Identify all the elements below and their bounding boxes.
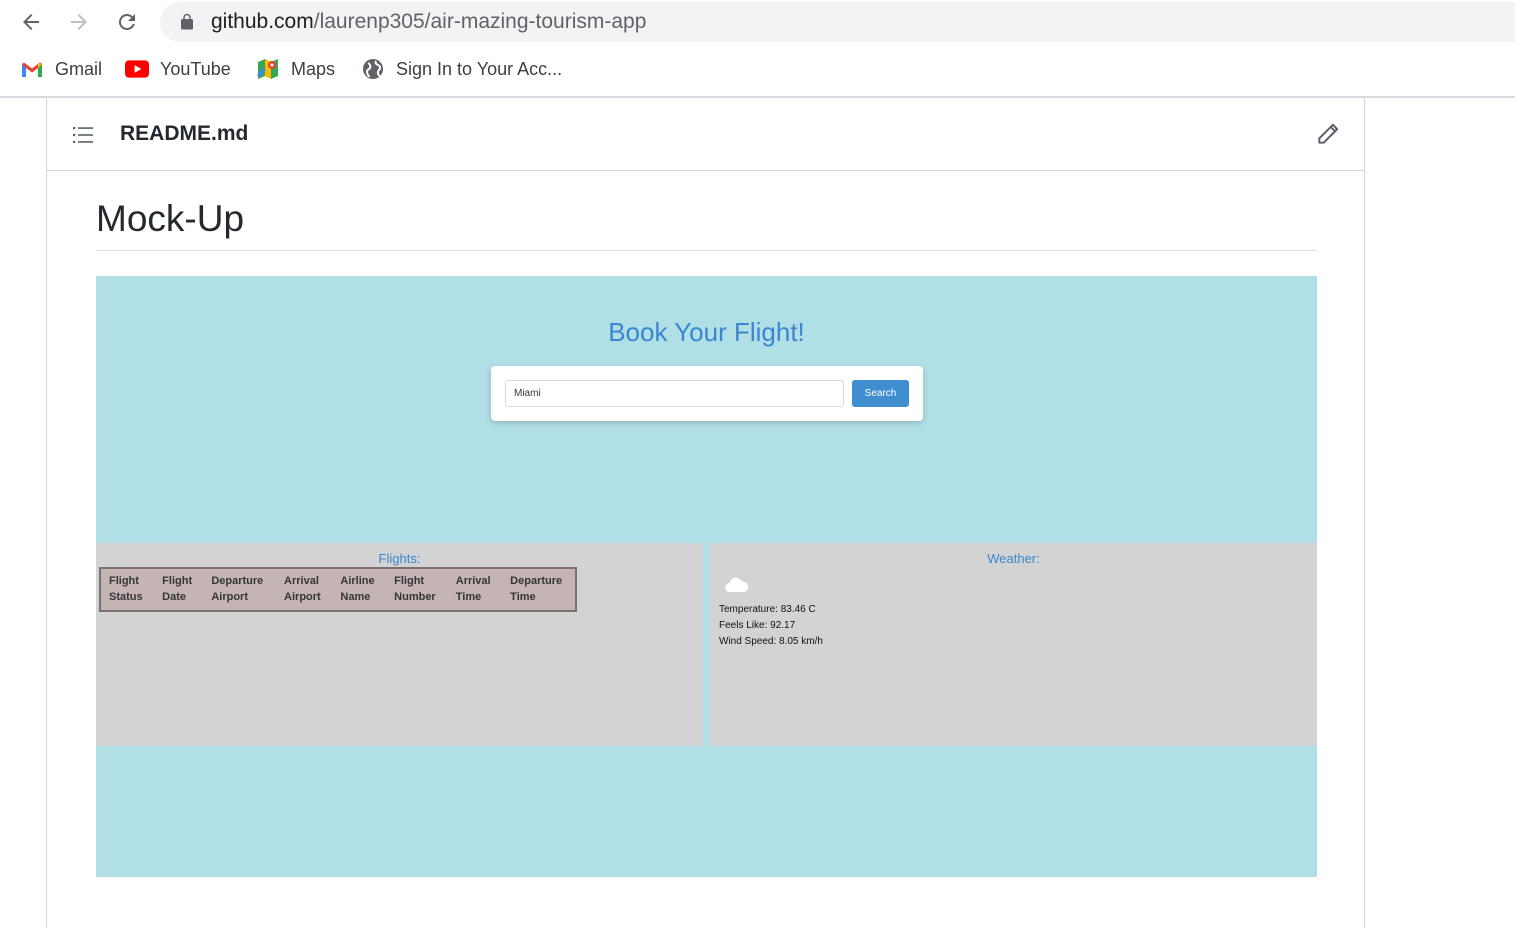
gmail-icon bbox=[20, 57, 44, 81]
bookmarks-bar: Gmail YouTube Maps Sign In to Your Acc..… bbox=[0, 50, 1515, 88]
flights-table: Flight Status Flight Date Departure Airport… bbox=[99, 567, 577, 612]
bookmark-sign-in[interactable]: Sign In to Your Acc... bbox=[361, 56, 562, 82]
table-header-row: Flight Status Flight Date Departure Airport… bbox=[100, 568, 576, 611]
browser-toolbar: github.com/laurenp305/air-mazing-tourism… bbox=[0, 0, 1515, 44]
outline-list-icon[interactable] bbox=[71, 123, 95, 147]
readme-container: README.md Mock-Up Book Your Flight! Miam… bbox=[46, 98, 1365, 928]
temperature-text: Temperature: 83.46 C bbox=[719, 604, 816, 615]
flights-panel: Flights: Flight Status Flight Date Departu… bbox=[96, 543, 703, 746]
mockup-title: Book Your Flight! bbox=[608, 317, 805, 347]
search-button[interactable]: Search bbox=[852, 380, 909, 407]
bookmark-maps[interactable]: Maps bbox=[256, 56, 335, 82]
bookmark-label: Sign In to Your Acc... bbox=[396, 58, 563, 79]
column-header: Flight Date bbox=[162, 575, 193, 603]
bookmark-label: Gmail bbox=[55, 58, 103, 79]
bookmark-label: YouTube bbox=[160, 58, 231, 79]
pencil-edit-icon[interactable] bbox=[1315, 121, 1341, 147]
feels-like-text: Feels Like: 92.17 bbox=[719, 620, 796, 631]
url-path: /laurenp305/air-mazing-tourism-app bbox=[313, 10, 647, 33]
search-card: Miami Search bbox=[491, 366, 923, 421]
forward-arrow-icon bbox=[71, 14, 87, 30]
bookmark-label: Maps bbox=[291, 58, 336, 79]
address-bar[interactable]: github.com/laurenp305/air-mazing-tourism… bbox=[160, 2, 1515, 42]
forward-button[interactable] bbox=[63, 6, 95, 38]
back-arrow-icon bbox=[23, 14, 39, 30]
maps-icon bbox=[256, 57, 280, 81]
column-header: Flight Status bbox=[109, 575, 143, 603]
mockup-image: Book Your Flight! Miami Search Flights: … bbox=[96, 276, 1317, 877]
youtube-icon bbox=[125, 57, 149, 81]
column-header: Departure Airport bbox=[211, 575, 264, 603]
url-text: github.com/laurenp305/air-mazing-tourism… bbox=[211, 10, 646, 34]
weather-panel: Weather: Temperature: 83.46 C Feels Like… bbox=[710, 543, 1317, 746]
markdown-heading: Mock-Up bbox=[96, 198, 245, 239]
column-header: Arrival Time bbox=[455, 575, 491, 603]
url-domain: github.com bbox=[211, 10, 314, 33]
back-button[interactable] bbox=[15, 6, 47, 38]
wind-speed-text: Wind Speed: 8.05 km/h bbox=[719, 636, 823, 647]
reload-button[interactable] bbox=[111, 6, 143, 38]
readme-header: README.md bbox=[47, 98, 1364, 171]
column-header: Departure Time bbox=[510, 575, 563, 603]
column-header: Airline Name bbox=[340, 575, 375, 603]
reload-icon bbox=[118, 13, 135, 30]
cloud-icon bbox=[725, 577, 749, 593]
bookmark-youtube[interactable]: YouTube bbox=[125, 56, 231, 82]
city-search-input[interactable]: Miami bbox=[505, 380, 844, 407]
flights-title: Flights: bbox=[378, 551, 421, 566]
readme-filename: README.md bbox=[120, 122, 249, 145]
bookmark-gmail[interactable]: Gmail bbox=[20, 56, 102, 82]
globe-icon bbox=[361, 57, 385, 81]
column-header: Arrival Airport bbox=[284, 575, 321, 603]
column-header: Flight Number bbox=[394, 575, 436, 603]
weather-title: Weather: bbox=[987, 551, 1040, 566]
lock-icon bbox=[181, 13, 193, 30]
heading-rule bbox=[96, 250, 1317, 251]
